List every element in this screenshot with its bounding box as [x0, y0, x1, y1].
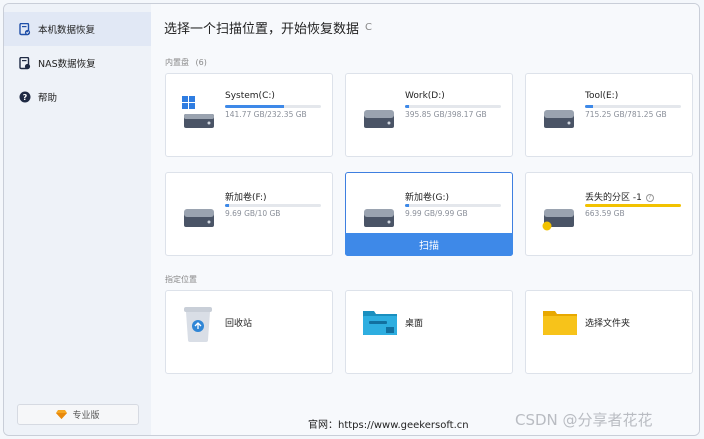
sidebar-item-help[interactable]: ? 帮助	[4, 80, 151, 114]
watermark: CSDN @分享者花花	[515, 411, 653, 429]
sidebar-item-nas-recovery[interactable]: NAS数据恢复	[4, 46, 151, 80]
sidebar: 本机数据恢复 NAS数据恢复 ? 帮助 专业版	[4, 4, 151, 435]
drives-section-title: 内置盘	[165, 58, 189, 67]
drive-name: 新加卷(G:)	[405, 193, 450, 203]
desktop-icon	[362, 305, 398, 343]
location-card-select-folder[interactable]: 选择文件夹	[525, 290, 693, 374]
drive-usage-fill	[405, 204, 409, 207]
location-label: 选择文件夹	[585, 319, 631, 329]
drive-usage-bar	[585, 204, 681, 207]
help-icon: ?	[18, 90, 32, 104]
drive-card-lost-partition[interactable]: 丢失的分区 -1? 663.59 GB	[525, 172, 693, 256]
website-url[interactable]: 官网：https://www.geekersoft.cn	[308, 416, 469, 431]
drive-size: 9.69 GB/10 GB	[225, 209, 281, 218]
sidebar-item-local-recovery[interactable]: 本机数据恢复	[4, 12, 151, 46]
location-card-recycle-bin[interactable]: 回收站	[165, 290, 333, 374]
drive-usage-fill	[585, 204, 681, 207]
scan-button[interactable]: 扫描	[345, 233, 513, 256]
drive-usage-bar	[585, 105, 681, 108]
drive-usage-fill	[225, 204, 229, 207]
location-label: 桌面	[405, 319, 424, 329]
drive-icon	[182, 195, 216, 233]
sidebar-item-label: 帮助	[38, 93, 58, 104]
lost-partition-icon	[542, 195, 576, 235]
drive-name: Work(D:)	[405, 91, 445, 101]
windows-drive-icon	[182, 96, 216, 134]
drive-name: Tool(E:)	[585, 91, 619, 101]
drive-card-g[interactable]: 新加卷(G:) 9.99 GB/9.99 GB 扫描	[345, 172, 513, 256]
drive-usage-bar	[405, 204, 501, 207]
help-icon[interactable]: ?	[645, 193, 654, 202]
drive-usage-bar	[225, 204, 321, 207]
drive-card-d[interactable]: Work(D:) 395.85 GB/398.17 GB	[345, 73, 513, 157]
app-window: 本机数据恢复 NAS数据恢复 ? 帮助 专业版 选择一个扫描位置，开始恢复数据 …	[3, 3, 700, 436]
drive-usage-fill	[225, 105, 284, 108]
drive-card-c[interactable]: System(C:) 141.77 GB/232.35 GB	[165, 73, 333, 157]
drive-usage-fill	[585, 105, 593, 108]
main-panel: 选择一个扫描位置，开始恢复数据 C 内置盘 (6) System(C:) 141…	[151, 4, 699, 435]
drive-icon	[542, 96, 576, 134]
drives-section-label: 内置盘 (6)	[165, 57, 207, 68]
drive-icon	[362, 195, 396, 233]
drive-name: 新加卷(F:)	[225, 193, 267, 203]
drive-name-text: 丢失的分区 -1	[585, 193, 642, 203]
nas-icon	[18, 56, 32, 70]
drive-usage-fill	[405, 105, 409, 108]
pro-version-button[interactable]: 专业版	[17, 404, 139, 425]
location-label: 回收站	[225, 319, 253, 329]
drive-icon	[362, 96, 396, 134]
drive-size: 395.85 GB/398.17 GB	[405, 110, 487, 119]
recycle-bin-icon	[182, 305, 214, 347]
refresh-icon[interactable]: C	[365, 22, 372, 33]
document-recovery-icon	[18, 22, 32, 36]
drive-card-f[interactable]: 新加卷(F:) 9.69 GB/10 GB	[165, 172, 333, 256]
drive-size: 715.25 GB/781.25 GB	[585, 110, 667, 119]
svg-text:?: ?	[23, 93, 28, 102]
page-title: 选择一个扫描位置，开始恢复数据 C	[164, 18, 372, 37]
drive-usage-bar	[225, 105, 321, 108]
drive-size: 141.77 GB/232.35 GB	[225, 110, 307, 119]
drive-name: 丢失的分区 -1?	[585, 190, 654, 203]
page-title-text: 选择一个扫描位置，开始恢复数据	[164, 22, 360, 37]
drive-size: 9.99 GB/9.99 GB	[405, 209, 468, 218]
sidebar-item-label: 本机数据恢复	[38, 25, 96, 36]
drive-size: 663.59 GB	[585, 209, 625, 218]
drive-name: System(C:)	[225, 91, 275, 101]
diamond-icon	[56, 410, 68, 419]
location-card-desktop[interactable]: 桌面	[345, 290, 513, 374]
drive-card-e[interactable]: Tool(E:) 715.25 GB/781.25 GB	[525, 73, 693, 157]
locations-section-label: 指定位置	[165, 275, 197, 284]
pro-version-label: 专业版	[72, 411, 100, 421]
folder-icon	[542, 305, 578, 343]
sidebar-item-label: NAS数据恢复	[38, 59, 96, 70]
drive-usage-bar	[405, 105, 501, 108]
drives-count: (6)	[195, 58, 207, 67]
